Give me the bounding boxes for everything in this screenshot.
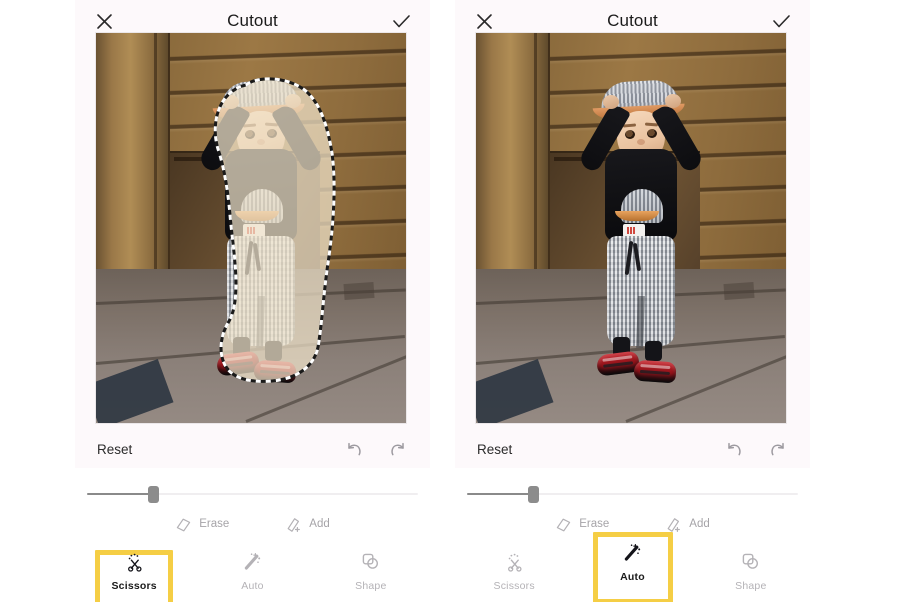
- tool-scissors-label: Scissors: [111, 579, 157, 592]
- page-title: Cutout: [227, 11, 278, 30]
- sock-right: [265, 341, 282, 361]
- scissors-icon: [123, 551, 145, 573]
- tool-scissors[interactable]: Scissors: [75, 540, 193, 602]
- redo-arrow-icon[interactable]: [388, 439, 408, 459]
- nose: [637, 139, 645, 145]
- hand-right: [665, 94, 681, 108]
- tool-auto-label: Auto: [241, 579, 264, 592]
- tool-auto[interactable]: Auto: [573, 532, 691, 602]
- wall-pillar: [476, 33, 550, 295]
- sandal-strap: [260, 363, 291, 370]
- scissors-icon: [503, 551, 525, 573]
- nose: [257, 139, 265, 145]
- close-x-icon[interactable]: [93, 10, 115, 32]
- pen-plus-icon: [287, 517, 301, 532]
- sandal-right: [633, 359, 677, 384]
- close-x-icon[interactable]: [473, 10, 495, 32]
- reset-button[interactable]: Reset: [97, 442, 132, 457]
- sandal-strap: [223, 361, 254, 368]
- sandal-strap: [639, 369, 670, 376]
- sandal-right: [253, 359, 297, 384]
- eye-right: [267, 129, 277, 138]
- hand-left: [603, 95, 619, 109]
- sock-right: [645, 341, 662, 361]
- brush-size-slider[interactable]: [455, 482, 810, 506]
- slider-thumb[interactable]: [528, 486, 539, 503]
- slider-fill: [467, 493, 535, 495]
- hand-right: [285, 94, 301, 108]
- slider-fill: [87, 493, 155, 495]
- tool-auto[interactable]: Auto: [193, 540, 311, 602]
- sandal-strap: [259, 369, 290, 376]
- pillar-edge: [154, 33, 157, 295]
- tools-row: Scissors Auto Shape: [455, 532, 810, 602]
- photo-canvas[interactable]: [96, 33, 406, 423]
- reset-button[interactable]: Reset: [477, 442, 512, 457]
- eye-left: [245, 130, 255, 139]
- comparison-stage: Cutout Reset Erase Add Scissors Auto Sha…: [0, 0, 904, 602]
- mode-row: Erase Add: [75, 512, 430, 536]
- redo-arrow-icon[interactable]: [768, 439, 788, 459]
- shape-overlap-icon: [740, 551, 762, 573]
- page-title: Cutout: [607, 11, 658, 30]
- slider-thumb[interactable]: [148, 486, 159, 503]
- undo-arrow-icon[interactable]: [724, 439, 744, 459]
- erase-mode-label: Erase: [199, 518, 230, 530]
- erase-mode-label: Erase: [579, 518, 610, 530]
- reset-row: Reset: [455, 430, 810, 468]
- check-icon[interactable]: [390, 10, 412, 32]
- undo-arrow-icon[interactable]: [344, 439, 364, 459]
- tool-auto-label: Auto: [620, 570, 645, 583]
- eye-left: [625, 130, 635, 139]
- erase-mode-button[interactable]: Erase: [175, 516, 229, 533]
- source-photo: [476, 33, 786, 423]
- history-controls: [344, 439, 408, 459]
- child-subject: [576, 78, 707, 384]
- add-mode-label: Add: [689, 518, 710, 530]
- wall-pillar: [96, 33, 170, 295]
- photo-canvas[interactable]: [476, 33, 786, 423]
- check-icon[interactable]: [770, 10, 792, 32]
- panel-auto: Cutout Reset Erase Add Scissors Auto Sha…: [455, 0, 810, 602]
- erase-mode-button[interactable]: Erase: [555, 516, 609, 533]
- child-subject: [196, 78, 327, 384]
- tool-scissors[interactable]: Scissors: [455, 540, 573, 602]
- tools-row: Scissors Auto Shape: [75, 540, 430, 602]
- eye-right: [647, 129, 657, 138]
- tool-shape-label: Shape: [355, 579, 387, 592]
- add-mode-label: Add: [309, 518, 330, 530]
- hand-left: [223, 95, 239, 109]
- sandal-strap: [640, 363, 671, 370]
- magic-wand-icon: [241, 551, 263, 573]
- eraser-icon: [557, 518, 571, 531]
- pavement-shadow: [343, 281, 375, 301]
- panel-scissors: Cutout Reset Erase Add Scissors Auto Sha…: [75, 0, 430, 602]
- add-mode-button[interactable]: Add: [665, 516, 710, 533]
- shape-overlap-icon: [360, 551, 382, 573]
- pillar-edge: [534, 33, 537, 295]
- tool-shape[interactable]: Shape: [692, 540, 810, 602]
- eraser-icon: [177, 518, 191, 531]
- pavement-shadow: [723, 281, 755, 301]
- history-controls: [724, 439, 788, 459]
- tool-shape-label: Shape: [735, 579, 767, 592]
- pen-plus-icon: [667, 517, 681, 532]
- source-photo: [96, 33, 406, 423]
- sandal-strap: [603, 361, 634, 368]
- tool-scissors-label: Scissors: [493, 579, 535, 592]
- add-mode-button[interactable]: Add: [285, 516, 330, 533]
- tool-shape[interactable]: Shape: [312, 540, 430, 602]
- reset-row: Reset: [75, 430, 430, 468]
- brush-size-slider[interactable]: [75, 482, 430, 506]
- magic-wand-icon: [621, 542, 643, 564]
